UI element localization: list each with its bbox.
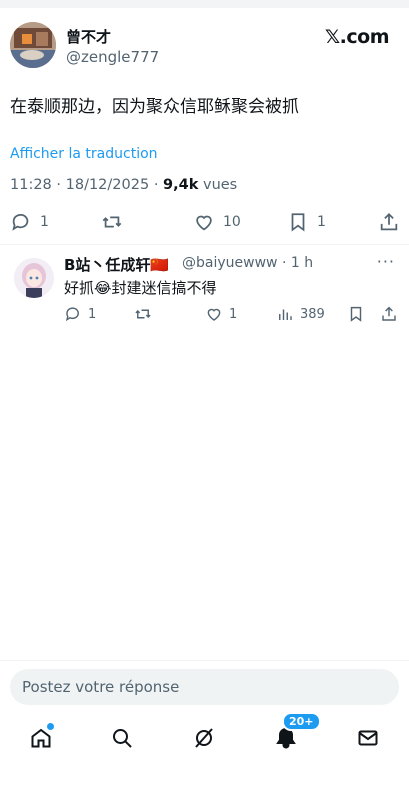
reply-share-button[interactable] xyxy=(380,302,398,326)
reply-avatar[interactable] xyxy=(14,258,54,298)
reply-bookmark-button[interactable] xyxy=(347,302,365,326)
bottom-tab-bar: 20+ xyxy=(0,712,409,758)
reply-handle-text: @baiyuewww xyxy=(182,255,278,271)
reply-view-count: 389 xyxy=(300,306,325,322)
unread-dot xyxy=(47,723,54,730)
separator: · xyxy=(56,177,66,193)
reply-icon xyxy=(65,307,79,322)
status-strip xyxy=(0,0,409,8)
heart-icon xyxy=(207,308,221,321)
separator: · xyxy=(153,177,164,193)
author-name[interactable]: 曾不才 xyxy=(66,26,111,47)
repost-button[interactable] xyxy=(101,207,131,237)
notifications-badge: 20+ xyxy=(282,712,321,731)
reply-post[interactable]: B站丶任成轩🇨🇳 @baiyuewww · 1 h ··· 好抓😂封建迷信搞不得… xyxy=(0,252,409,332)
views-label: vues xyxy=(202,177,238,193)
reply-actions: 1 1 389 xyxy=(0,302,409,326)
tweet-time[interactable]: 11:28 xyxy=(10,177,52,193)
more-options-icon[interactable]: ··· xyxy=(377,252,395,271)
tweet-actions: 1 10 1 xyxy=(0,207,409,237)
reply-reply-button[interactable]: 1 xyxy=(64,302,96,326)
tab-home[interactable] xyxy=(21,718,61,758)
reply-like-count: 1 xyxy=(229,306,238,322)
reply-author-name[interactable]: B站丶任成轩🇨🇳 xyxy=(64,254,169,275)
avatar-image xyxy=(10,22,56,68)
x-logo[interactable]: 𝕏.com xyxy=(325,26,390,48)
author-avatar[interactable] xyxy=(10,22,56,68)
reply-like-button[interactable]: 1 xyxy=(205,302,237,326)
views-count: 9,4k xyxy=(163,177,199,193)
mail-icon xyxy=(358,730,378,746)
share-icon xyxy=(380,212,398,231)
tab-grok[interactable] xyxy=(184,718,224,758)
avatar-image xyxy=(14,258,54,298)
tab-messages[interactable] xyxy=(348,718,388,758)
divider xyxy=(0,660,409,661)
reply-icon xyxy=(12,213,29,231)
repost-icon xyxy=(135,309,151,319)
reply-reply-count: 1 xyxy=(88,306,97,322)
reply-time: · 1 h xyxy=(281,255,314,271)
share-button[interactable] xyxy=(378,207,400,237)
like-button[interactable]: 10 xyxy=(193,207,241,237)
share-icon xyxy=(382,306,396,321)
divider xyxy=(0,244,409,245)
bookmark-button[interactable]: 1 xyxy=(287,207,326,237)
reply-text: 好抓😂封建迷信搞不得 xyxy=(64,279,217,297)
tweet-date[interactable]: 18/12/2025 xyxy=(66,177,150,193)
reply-repost-button[interactable] xyxy=(134,302,152,326)
reply-button[interactable]: 1 xyxy=(10,207,49,237)
bookmark-icon xyxy=(350,306,362,322)
reply-count: 1 xyxy=(40,214,49,230)
tweet-text: 在泰顺那边，因为聚众信耶稣聚会被抓 xyxy=(10,97,299,117)
like-count: 10 xyxy=(223,214,241,230)
search-icon xyxy=(113,729,132,748)
reply-input[interactable] xyxy=(10,669,399,705)
reply-views-button[interactable]: 389 xyxy=(276,302,325,326)
grok-icon xyxy=(195,728,213,748)
tweet-header: 曾不才 @zengle777 𝕏.com xyxy=(0,18,409,74)
home-indicator xyxy=(143,786,267,790)
bookmark-icon xyxy=(291,213,305,232)
repost-icon xyxy=(102,216,122,228)
analytics-icon xyxy=(279,309,292,320)
tweet-meta: 11:28 · 18/12/2025 · 9,4k vues xyxy=(10,177,237,193)
author-handle[interactable]: @zengle777 xyxy=(66,48,159,66)
translate-link[interactable]: Afficher la traduction xyxy=(10,146,158,162)
heart-icon xyxy=(196,215,212,231)
reply-author-handle[interactable]: @baiyuewww · 1 h xyxy=(182,255,313,271)
tab-search[interactable] xyxy=(102,718,142,758)
bookmark-count: 1 xyxy=(317,214,326,230)
